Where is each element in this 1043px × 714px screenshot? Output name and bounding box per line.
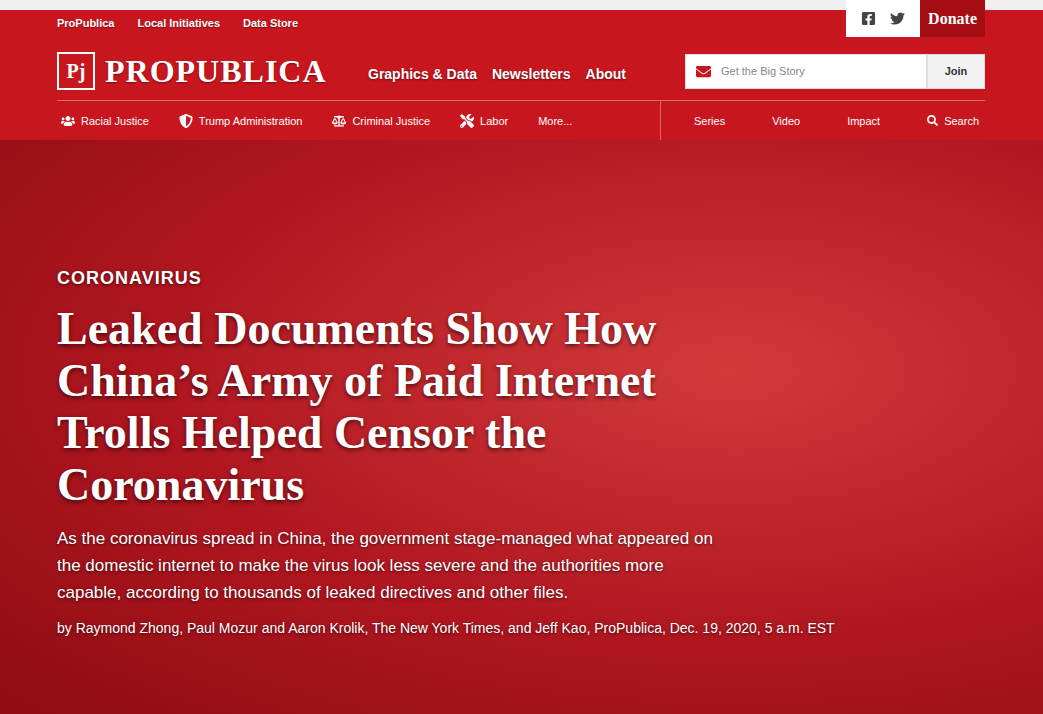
section-list: Series Video Impact Search <box>661 101 985 140</box>
nav-link[interactable]: About <box>586 66 626 82</box>
facebook-icon[interactable] <box>861 11 876 26</box>
envelope-icon <box>696 64 711 79</box>
topic-list: Racial Justice Trump Administration Crimin… <box>57 101 661 140</box>
top-link[interactable]: ProPublica <box>57 17 114 29</box>
topic-link[interactable]: Criminal Justice <box>332 114 430 128</box>
section-link[interactable]: Video <box>772 115 800 127</box>
topic-bar: Racial Justice Trump Administration Crimin… <box>57 100 985 140</box>
hero: CORONAVIRUS Leaked Documents Show How Chi… <box>0 140 1043 714</box>
email-placeholder: Get the Big Story <box>721 65 805 77</box>
social-links <box>846 0 920 37</box>
deck: As the coronavirus spread in China, the … <box>57 525 727 606</box>
topic-icon <box>460 114 474 128</box>
byline: by Raymond Zhong, Paul Mozur and Aaron K… <box>57 620 985 636</box>
topic-icon <box>332 114 346 128</box>
header: ProPublica Local Initiatives Data Store Don… <box>0 0 1043 140</box>
topic-link[interactable]: More... <box>538 115 572 127</box>
topic-link[interactable]: Labor <box>460 114 508 128</box>
logo[interactable]: Pj PROPUBLICA <box>57 52 368 90</box>
logo-wordmark: PROPUBLICA <box>105 53 327 90</box>
donate-button[interactable]: Donate <box>920 0 985 37</box>
twitter-icon[interactable] <box>890 11 905 26</box>
topic-icon <box>179 114 193 128</box>
email-field[interactable]: Get the Big Story <box>685 54 927 89</box>
newsletter-signup: Get the Big Story Join <box>685 54 985 89</box>
logo-mark: Pj <box>57 52 95 90</box>
page: ProPublica Local Initiatives Data Store Don… <box>0 0 1043 714</box>
top-link[interactable]: Local Initiatives <box>137 17 220 29</box>
kicker[interactable]: CORONAVIRUS <box>57 268 985 289</box>
top-links: ProPublica Local Initiatives Data Store <box>57 0 846 29</box>
headline: Leaked Documents Show How China’s Army o… <box>57 303 777 511</box>
topic-link[interactable]: Racial Justice <box>61 114 149 128</box>
top-link[interactable]: Data Store <box>243 17 298 29</box>
topic-icon <box>61 114 75 128</box>
section-link[interactable]: Series <box>694 115 725 127</box>
section-link[interactable]: Impact <box>847 115 880 127</box>
nav-link[interactable]: Graphics & Data <box>368 66 477 82</box>
join-button[interactable]: Join <box>927 54 985 89</box>
search-button[interactable]: Search <box>927 115 979 127</box>
search-icon <box>927 115 938 126</box>
top-bar: ProPublica Local Initiatives Data Store Don… <box>57 0 985 37</box>
logo-row: Pj PROPUBLICA Graphics & Data Newsletters Ab… <box>57 52 985 90</box>
nav-link[interactable]: Newsletters <box>492 66 571 82</box>
main-nav: Graphics & Data Newsletters About <box>368 60 685 82</box>
topic-link[interactable]: Trump Administration <box>179 114 303 128</box>
